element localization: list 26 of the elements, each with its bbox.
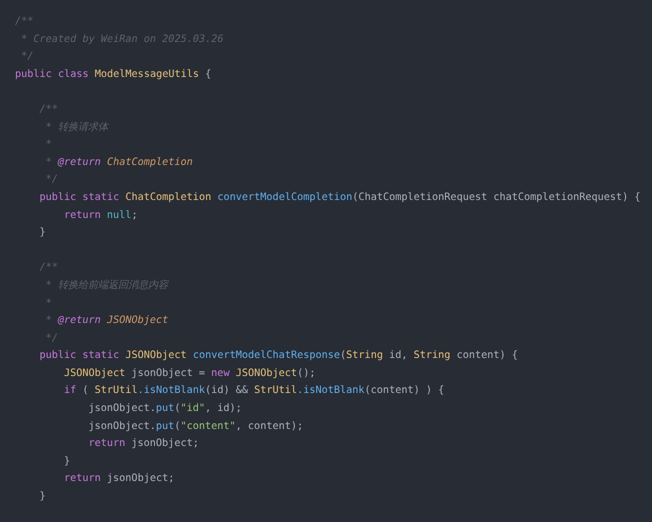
- code-line: return jsonObject;: [64, 472, 174, 486]
- code-line: }: [64, 454, 70, 469]
- code-line: }: [39, 490, 46, 504]
- code-line: jsonObject.put("content", content);: [88, 420, 304, 434]
- code-line: public static ChatCompletion convertModelCompletion(ChatCompletionRequest chatCompletionRequest) {: [39, 190, 641, 205]
- code-line: */: [46, 173, 58, 188]
- code-line: }: [39, 226, 46, 240]
- code-line: */: [21, 50, 34, 64]
- code-line: /**: [39, 261, 58, 276]
- code-line: * 转换请求体: [46, 120, 108, 135]
- code-line: * Created by WeiRan on 2025.03.26: [21, 32, 224, 47]
- code-line: return jsonObject;: [88, 437, 199, 452]
- code-line: JSONObject jsonObject = new JSONObject();: [64, 366, 316, 381]
- code-line: /**: [39, 102, 58, 117]
- code-line: * @return JSONObject: [46, 314, 168, 328]
- code-line: * 转换给前端返回消息内容: [46, 278, 168, 293]
- code-line: * @return ChatCompletion: [46, 156, 193, 170]
- code-line: */: [46, 332, 58, 346]
- code-line: if ( StrUtil.isNotBlank(id) && StrUtil.isNotBlank(content) ) {: [64, 384, 444, 398]
- code-line: *: [46, 138, 52, 152]
- code-line: /**: [15, 15, 34, 29]
- code-line: public class ModelMessageUtils {: [15, 68, 212, 82]
- code-line: *: [46, 296, 52, 310]
- code-line: jsonObject.put("id", id);: [88, 402, 242, 416]
- code-line: return null;: [64, 208, 138, 223]
- code-line: public static JSONObject convertModelChatResponse(String id, String content) {: [39, 349, 518, 364]
